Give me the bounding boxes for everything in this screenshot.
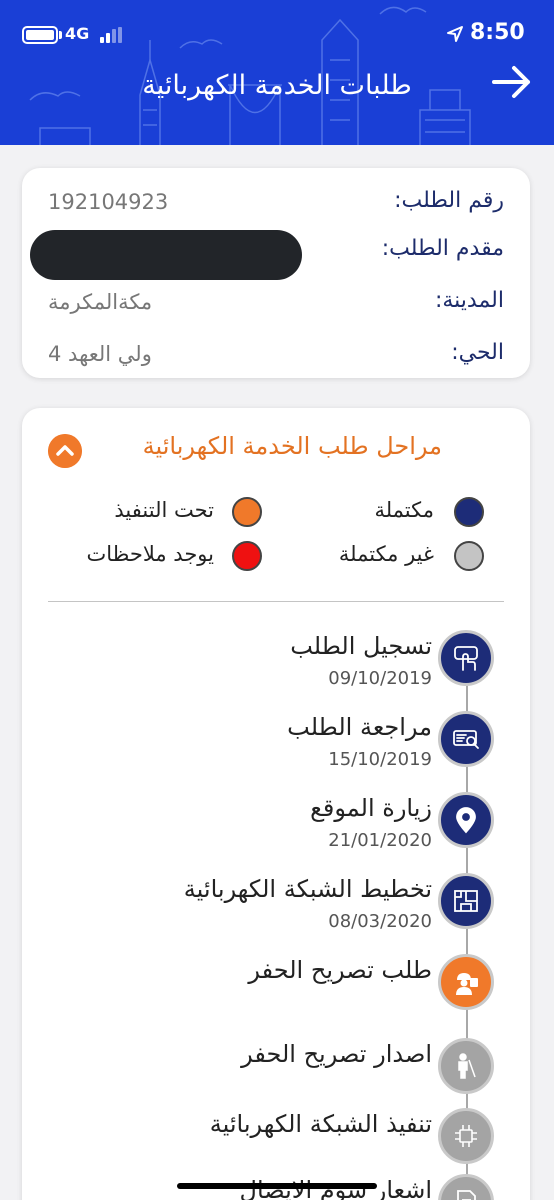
district-row: الحي: ولي العهد 4 <box>22 334 530 374</box>
legend-incomplete: غير مكتملة <box>272 541 508 571</box>
city-row: المدينة: مكةالمكرمة <box>22 282 530 322</box>
notice-icon <box>438 1174 494 1200</box>
request-number-value: 192104923 <box>48 190 169 214</box>
divider <box>48 601 504 602</box>
step-name: اصدار تصريح الحفر <box>241 1040 432 1068</box>
legend-in-progress-dot <box>232 497 262 527</box>
step-digging-permit-issue[interactable]: اصدار تصريح الحفر <box>22 1038 530 1118</box>
collapse-chevron-up-button[interactable] <box>48 434 82 468</box>
back-arrow-button[interactable] <box>490 62 534 102</box>
step-date: 09/10/2019 <box>328 668 432 689</box>
step-name: زيارة الموقع <box>310 794 432 822</box>
district-value: ولي العهد 4 <box>48 342 152 366</box>
status-bar: 4G 8:50 <box>0 18 554 52</box>
step-digging-permit-request[interactable]: طلب تصريح الحفر <box>22 954 530 1034</box>
step-date: 15/10/2019 <box>328 749 432 770</box>
stages-title: مراحل طلب الخدمة الكهربائية <box>142 432 442 460</box>
page-title: طلبات الخدمة الكهربائية <box>142 70 412 101</box>
stages-card: مراحل طلب الخدمة الكهربائية مكتملة تحت ا… <box>22 408 530 1200</box>
district-label: الحي: <box>451 340 504 365</box>
location-arrow-icon <box>447 26 463 42</box>
battery-icon <box>22 26 58 44</box>
step-name: تخطيط الشبكة الكهربائية <box>183 875 432 903</box>
step-name: مراجعة الطلب <box>287 713 432 741</box>
legend-incomplete-label: غير مكتملة <box>338 542 434 566</box>
battery-cap <box>59 31 62 39</box>
applicant-label: مقدم الطلب: <box>381 236 504 261</box>
app-header: 4G 8:50 طلبات الخدمة الكهربائية <box>0 0 554 145</box>
step-request-registration[interactable]: تسجيل الطلب 09/10/2019 <box>22 630 530 710</box>
legend-has-notes-label: يوجد ملاحظات <box>86 542 214 566</box>
legend-has-notes-dot <box>232 541 262 571</box>
step-site-visit[interactable]: زيارة الموقع 21/01/2020 <box>22 792 530 872</box>
signal-bars-icon <box>100 27 122 43</box>
step-name: طلب تصريح الحفر <box>248 956 432 984</box>
request-number-label: رقم الطلب: <box>394 188 504 213</box>
location-pin-icon <box>438 792 494 848</box>
home-indicator[interactable] <box>177 1183 377 1189</box>
step-date: 21/01/2020 <box>328 830 432 851</box>
step-name: تنفيذ الشبكة الكهربائية <box>209 1110 432 1138</box>
legend-complete: مكتملة <box>272 497 508 527</box>
digging-icon <box>438 1038 494 1094</box>
worker-icon <box>438 954 494 1010</box>
step-request-review[interactable]: مراجعة الطلب 15/10/2019 <box>22 711 530 791</box>
circuit-icon <box>438 1108 494 1164</box>
legend-complete-label: مكتملة <box>374 498 434 522</box>
legend-in-progress-label: تحت التنفيذ <box>114 498 214 522</box>
document-search-icon <box>438 711 494 767</box>
city-label: المدينة: <box>434 288 504 313</box>
city-value: مكةالمكرمة <box>48 290 153 314</box>
legend-has-notes: يوجد ملاحظات <box>62 541 262 571</box>
blueprint-icon <box>438 873 494 929</box>
redacted-applicant-name <box>30 230 302 280</box>
request-info-card: رقم الطلب: 192104923 مقدم الطلب: المدينة… <box>22 168 530 378</box>
request-number-row: رقم الطلب: 192104923 <box>22 182 530 222</box>
step-network-planning[interactable]: تخطيط الشبكة الكهربائية 08/03/2020 <box>22 873 530 953</box>
network-type: 4G <box>65 24 90 43</box>
applicant-row: مقدم الطلب: <box>22 230 530 280</box>
legend-incomplete-dot <box>454 541 484 571</box>
hand-tap-icon <box>438 630 494 686</box>
step-date: 08/03/2020 <box>328 911 432 932</box>
legend-in-progress: تحت التنفيذ <box>62 497 262 527</box>
clock: 8:50 <box>470 20 525 45</box>
legend-complete-dot <box>454 497 484 527</box>
step-name: تسجيل الطلب <box>290 632 432 660</box>
